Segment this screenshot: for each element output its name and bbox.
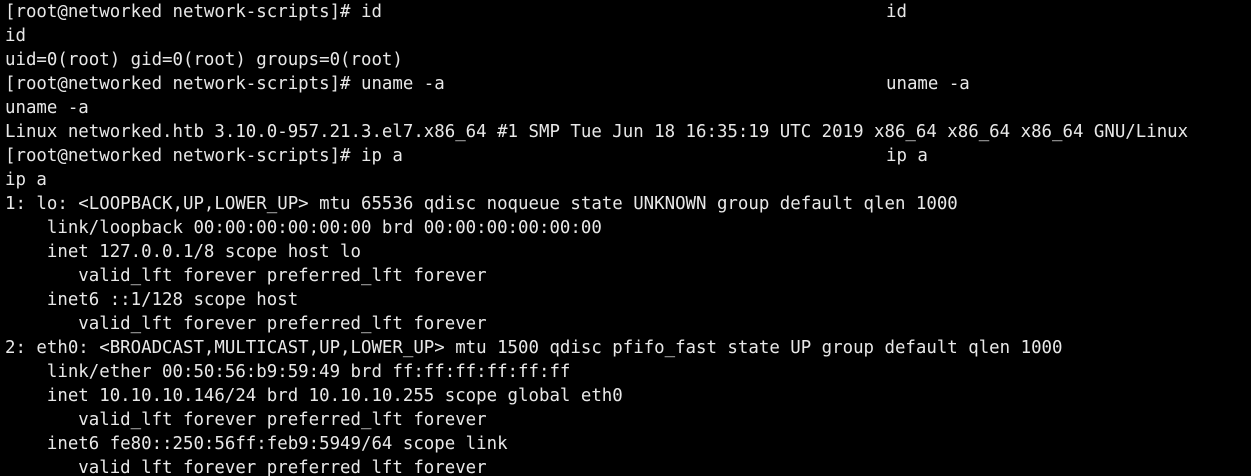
terminal-line: [root@networked network-scripts]# ip a ip… [0,144,1251,168]
terminal-line: Linux networked.htb 3.10.0-957.21.3.el7.… [0,120,1251,144]
terminal-line: valid_lft forever preferred_lft forever [0,456,1251,476]
line-text: link/loopback 00:00:00:00:00:00 brd 00:0… [5,218,602,238]
line-text: uname -a [5,98,89,118]
terminal-line: uid=0(root) gid=0(root) groups=0(root) [0,48,1251,72]
line-text: valid_lft forever preferred_lft forever [5,314,487,334]
terminal-window[interactable]: [root@networked network-scripts]# id id i… [0,0,1251,476]
terminal-line: id [0,24,1251,48]
terminal-line: inet 127.0.0.1/8 scope host lo [0,240,1251,264]
echo-text: ip a [886,146,928,166]
line-text: [root@networked network-scripts]# id [5,2,382,22]
terminal-line: link/ether 00:50:56:b9:59:49 brd ff:ff:f… [0,360,1251,384]
terminal-line: link/loopback 00:00:00:00:00:00 brd 00:0… [0,216,1251,240]
line-text: valid_lft forever preferred_lft forever [5,410,487,430]
line-text: Linux networked.htb 3.10.0-957.21.3.el7.… [5,122,1189,142]
terminal-line: ip a [0,168,1251,192]
line-text: 2: eth0: <BROADCAST,MULTICAST,UP,LOWER_U… [5,338,1063,358]
line-text: valid_lft forever preferred_lft forever [5,458,487,476]
terminal-line: inet6 ::1/128 scope host [0,288,1251,312]
terminal-line: valid_lft forever preferred_lft forever [0,312,1251,336]
terminal-line: 2: eth0: <BROADCAST,MULTICAST,UP,LOWER_U… [0,336,1251,360]
terminal-line: valid_lft forever preferred_lft forever [0,408,1251,432]
line-text: inet6 ::1/128 scope host [5,290,299,310]
line-text: uid=0(root) gid=0(root) groups=0(root) [5,50,403,70]
echo-text: uname -a [886,74,970,94]
echo-text: id [886,2,907,22]
line-text: link/ether 00:50:56:b9:59:49 brd ff:ff:f… [5,362,571,382]
line-text: inet 10.10.10.146/24 brd 10.10.10.255 sc… [5,386,623,406]
line-text: id [5,26,26,46]
line-text: [root@networked network-scripts]# uname … [5,74,445,94]
terminal-line: [root@networked network-scripts]# uname … [0,72,1251,96]
line-text: 1: lo: <LOOPBACK,UP,LOWER_UP> mtu 65536 … [5,194,958,214]
terminal-line: valid_lft forever preferred_lft forever [0,264,1251,288]
terminal-line: uname -a [0,96,1251,120]
line-text: inet6 fe80::250:56ff:feb9:5949/64 scope … [5,434,508,454]
line-text: valid_lft forever preferred_lft forever [5,266,487,286]
line-text: ip a [5,170,47,190]
line-text: inet 127.0.0.1/8 scope host lo [5,242,361,262]
terminal-line: inet6 fe80::250:56ff:feb9:5949/64 scope … [0,432,1251,456]
terminal-line: [root@networked network-scripts]# id id [0,0,1251,24]
line-text: [root@networked network-scripts]# ip a [5,146,403,166]
terminal-line: inet 10.10.10.146/24 brd 10.10.10.255 sc… [0,384,1251,408]
terminal-line: 1: lo: <LOOPBACK,UP,LOWER_UP> mtu 65536 … [0,192,1251,216]
